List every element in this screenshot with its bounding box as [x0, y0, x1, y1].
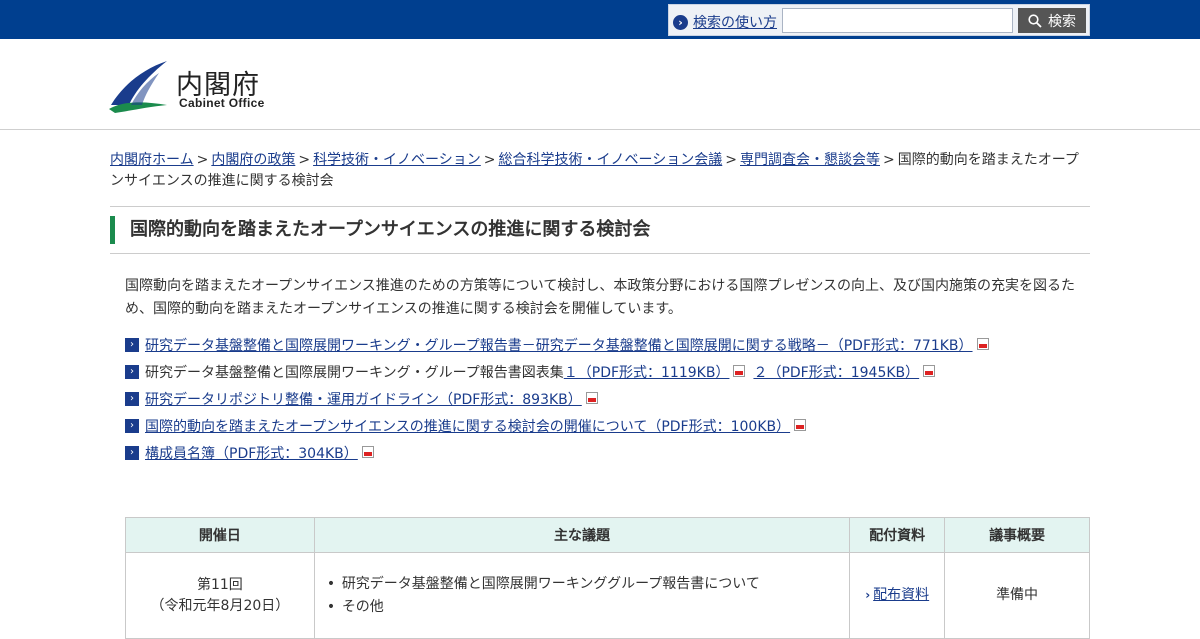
breadcrumb-link-home[interactable]: 内閣府ホーム [110, 152, 194, 168]
breadcrumb-link-cstii[interactable]: 総合科学技術・イノベーション会議 [499, 152, 723, 168]
meeting-date: （令和元年8月20日） [150, 597, 290, 614]
logo-subtitle: Cabinet Office [179, 96, 265, 110]
breadcrumb-separator: > [298, 152, 311, 168]
table-row: 第11回 （令和元年8月20日） 研究データ基盤整備と国際展開ワーキンググループ… [125, 552, 1090, 639]
site-header: 内閣府 Cabinet Office [0, 39, 1200, 130]
pdf-icon [923, 363, 936, 377]
breadcrumb-separator: > [883, 152, 895, 168]
pdf-icon [976, 336, 989, 350]
search-button-label: 検索 [1048, 13, 1076, 30]
pdf-icon [733, 363, 746, 377]
list-item: › 研究データリポジトリ整備・運用ガイドライン（PDF形式：893KB） [125, 390, 1085, 417]
materials-link[interactable]: 配布資料 [873, 587, 929, 603]
cabinet-office-emblem-icon [109, 61, 167, 113]
breadcrumb: 内閣府ホーム > 内閣府の政策 > 科学技術・イノベーション > 総合科学技術・イノベーショ… [110, 150, 1090, 192]
document-link[interactable]: 構成員名簿（PDF形式：304KB） [145, 444, 358, 464]
document-link[interactable]: 研究データ基盤整備と国際展開ワーキング・グループ報告書－研究データ基盤整備と国際… [145, 336, 973, 356]
arrow-right-icon: › [125, 392, 139, 406]
document-link[interactable]: 国際的動向を踏まえたオープンサイエンスの推進に関する検討会の開催について（PDF… [145, 417, 790, 437]
list-item: › 研究データ基盤整備と国際展開ワーキング・グループ報告書図表集 １（PDF形式… [125, 363, 1085, 390]
search-button[interactable]: 検索 [1018, 8, 1086, 33]
breadcrumb-link-policy[interactable]: 内閣府の政策 [211, 152, 295, 168]
breadcrumb-link-committees[interactable]: 専門調査会・懇談会等 [740, 152, 880, 168]
meeting-number: 第11回 [196, 576, 243, 593]
document-link[interactable]: ２（PDF形式：1945KB） [753, 363, 919, 383]
meeting-table: 開催日 主な議題 配付資料 議事概要 第11回 （令和元年8月20日） 研究デー… [125, 517, 1090, 639]
meeting-materials-cell: › 配布資料 [849, 552, 946, 639]
search-help-label: 検索の使い方 [693, 15, 777, 31]
topic-item: その他 [327, 596, 849, 619]
arrow-right-icon: › [125, 338, 139, 352]
breadcrumb-link-science[interactable]: 科学技術・イノベーション [313, 152, 481, 168]
list-item: › 研究データ基盤整備と国際展開ワーキング・グループ報告書－研究データ基盤整備と… [125, 336, 1085, 363]
search-help-link[interactable]: › 検索の使い方 [673, 12, 777, 32]
table-header-row: 開催日 主な議題 配付資料 議事概要 [125, 517, 1090, 553]
column-header-topics: 主な議題 [313, 517, 851, 553]
topic-item: 研究データ基盤整備と国際展開ワーキンググループ報告書について [327, 573, 849, 596]
breadcrumb-separator: > [196, 152, 209, 168]
pdf-icon [794, 417, 807, 431]
breadcrumb-separator: > [483, 152, 496, 168]
pdf-icon [361, 444, 374, 458]
chevron-right-icon: › [865, 588, 871, 602]
cabinet-office-logo[interactable]: 内閣府 Cabinet Office [109, 59, 279, 113]
top-bar: › 検索の使い方 検索 [0, 0, 1200, 39]
arrow-right-icon: › [125, 446, 139, 460]
column-header-summary: 議事概要 [944, 517, 1090, 553]
document-text: 研究データ基盤整備と国際展開ワーキング・グループ報告書図表集 [145, 365, 564, 381]
site-search: › 検索の使い方 検索 [668, 4, 1090, 36]
document-link[interactable]: １（PDF形式：1119KB） [564, 363, 730, 383]
title-divider-top [110, 206, 1090, 207]
list-item: › 構成員名簿（PDF形式：304KB） [125, 444, 1085, 471]
document-list: › 研究データ基盤整備と国際展開ワーキング・グループ報告書－研究データ基盤整備と… [125, 336, 1085, 471]
meeting-date-cell: 第11回 （令和元年8月20日） [125, 552, 315, 639]
pdf-icon [585, 390, 598, 404]
breadcrumb-separator: > [725, 152, 737, 168]
list-item: › 国際的動向を踏まえたオープンサイエンスの推進に関する検討会の開催について（P… [125, 417, 1085, 444]
page-title: 国際的動向を踏まえたオープンサイエンスの推進に関する検討会 [110, 216, 1090, 244]
search-input[interactable] [782, 8, 1013, 33]
intro-text: 国際動向を踏まえたオープンサイエンス推進のための方策等について検討し、本政策分野… [125, 278, 1076, 317]
meeting-topics-cell: 研究データ基盤整備と国際展開ワーキンググループ報告書について その他 [313, 552, 851, 639]
document-link[interactable]: 研究データリポジトリ整備・運用ガイドライン（PDF形式：893KB） [145, 390, 582, 410]
column-header-date: 開催日 [125, 517, 315, 553]
meeting-summary-cell: 準備中 [944, 552, 1090, 639]
title-divider-bottom [110, 253, 1090, 254]
arrow-right-icon: › [125, 365, 139, 379]
arrow-right-icon: › [125, 419, 139, 433]
column-header-materials: 配付資料 [849, 517, 946, 553]
search-icon [1028, 13, 1042, 28]
chevron-right-icon: › [673, 14, 688, 30]
